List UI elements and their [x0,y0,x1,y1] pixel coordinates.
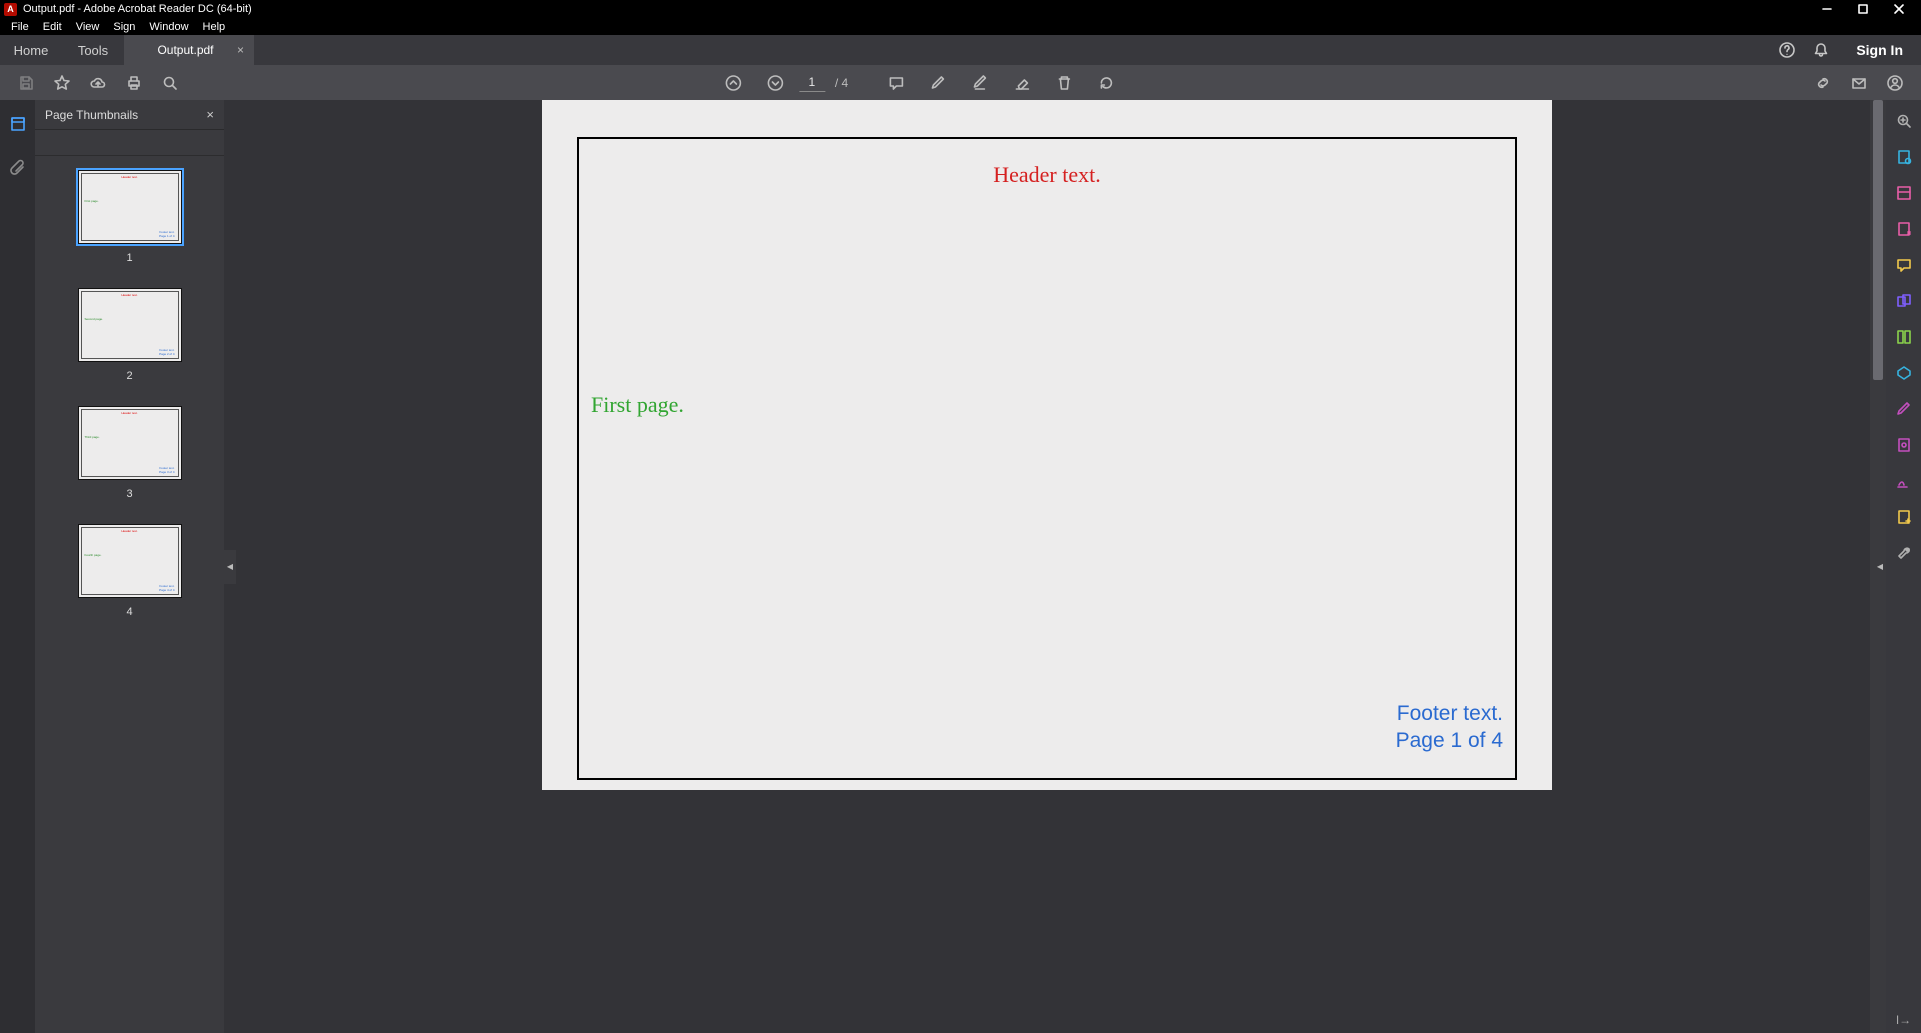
delete-button[interactable] [1049,68,1079,98]
account-icon[interactable] [1880,68,1910,98]
page-header-text: Header text. [542,162,1552,188]
notifications-icon[interactable] [1804,35,1838,65]
create-pdf-tool-icon[interactable] [1893,218,1915,240]
menu-bar: File Edit View Sign Window Help [0,18,1921,35]
page-footer-text: Footer text. Page 1 of 4 [1396,700,1503,755]
draw-button[interactable] [965,68,995,98]
comment-tool-icon[interactable] [1893,254,1915,276]
link-share-button[interactable] [1808,68,1838,98]
help-icon[interactable] [1770,35,1804,65]
tab-strip: Home Tools Output.pdf × Sign In [0,35,1921,65]
thumbnail-page[interactable]: Header text.First page.Footer text.Page … [78,170,182,244]
more-tools-icon[interactable] [1893,542,1915,564]
document-surface[interactable]: Header text. First page. Footer text. Pa… [224,100,1870,1033]
zoom-tool-icon[interactable] [1893,110,1915,132]
close-window-button[interactable] [1881,0,1917,18]
menu-view[interactable]: View [69,18,107,35]
collapse-right-panel-icon[interactable]: ◀ [1874,550,1886,584]
find-button[interactable] [155,68,185,98]
export-pdf-tool-icon[interactable] [1893,146,1915,168]
document-view: ◀ Header text. First page. Footer text. … [224,100,1886,1033]
page-up-button[interactable] [718,68,748,98]
thumbnail-number: 1 [126,252,132,264]
thumbnail-number: 4 [126,606,132,618]
fill-sign-tool-icon[interactable] [1893,470,1915,492]
organize-tool-icon[interactable] [1893,326,1915,348]
expand-tools-icon[interactable]: I→ [1896,1013,1911,1027]
left-nav-rail [0,100,35,1033]
page-border [577,137,1517,780]
star-button[interactable] [47,68,77,98]
scrollbar-thumb[interactable] [1873,100,1883,380]
thumbnail-item[interactable]: Header text.First page.Footer text.Page … [35,170,224,264]
main-toolbar: / 4 [0,65,1921,100]
save-button[interactable] [11,68,41,98]
collapse-left-panel-icon[interactable]: ◀ [224,550,236,584]
window-title: Output.pdf - Adobe Acrobat Reader DC (64… [23,3,252,15]
page-total-label: / 4 [835,76,848,90]
attachments-rail-icon[interactable] [6,156,30,180]
document-tab-label: Output.pdf [134,43,237,57]
menu-window[interactable]: Window [142,18,195,35]
close-tab-icon[interactable]: × [237,43,244,57]
close-thumbnails-icon[interactable]: × [206,107,214,122]
page-sheet: Header text. First page. Footer text. Pa… [542,100,1552,790]
comment-button[interactable] [881,68,911,98]
add-page-tool-icon[interactable] [1893,506,1915,528]
page-down-button[interactable] [760,68,790,98]
thumbnails-header: Page Thumbnails × [35,100,224,130]
compress-tool-icon[interactable] [1893,362,1915,384]
page-number-input[interactable] [799,74,825,92]
maximize-button[interactable] [1845,0,1881,18]
thumbnails-list[interactable]: Header text.First page.Footer text.Page … [35,156,224,1033]
thumbnail-item[interactable]: Header text.Third page.Footer text.Page … [35,406,224,500]
protect-tool-icon[interactable] [1893,434,1915,456]
highlight-button[interactable] [923,68,953,98]
thumbnails-panel: Page Thumbnails × Header text.First page… [35,100,224,1033]
window-title-bar: A Output.pdf - Adobe Acrobat Reader DC (… [0,0,1921,18]
page-footer-line1: Footer text. [1397,702,1503,725]
tab-tools[interactable]: Tools [62,35,124,65]
document-tab[interactable]: Output.pdf × [124,35,254,65]
thumbnail-number: 2 [126,370,132,382]
menu-file[interactable]: File [4,18,36,35]
print-button[interactable] [119,68,149,98]
minimize-button[interactable] [1809,0,1845,18]
redact-tool-icon[interactable] [1893,398,1915,420]
edit-pdf-tool-icon[interactable] [1893,182,1915,204]
email-button[interactable] [1844,68,1874,98]
thumbnail-item[interactable]: Header text.Fourth page.Footer text.Page… [35,524,224,618]
menu-sign[interactable]: Sign [106,18,142,35]
cloud-upload-button[interactable] [83,68,113,98]
thumbnail-page[interactable]: Header text.Second page.Footer text.Page… [78,288,182,362]
rotate-button[interactable] [1091,68,1121,98]
thumbnail-page[interactable]: Header text.Third page.Footer text.Page … [78,406,182,480]
menu-help[interactable]: Help [196,18,233,35]
erase-button[interactable] [1007,68,1037,98]
tab-home[interactable]: Home [0,35,62,65]
thumbnail-page[interactable]: Header text.Fourth page.Footer text.Page… [78,524,182,598]
page-nav-group: / 4 [715,68,1124,98]
thumbnail-item[interactable]: Header text.Second page.Footer text.Page… [35,288,224,382]
thumbnail-number: 3 [126,488,132,500]
menu-edit[interactable]: Edit [36,18,69,35]
main-area: Page Thumbnails × Header text.First page… [0,100,1921,1033]
thumbnails-options-bar[interactable] [35,130,224,156]
combine-tool-icon[interactable] [1893,290,1915,312]
app-icon: A [4,3,17,16]
page-footer-line2: Page 1 of 4 [1396,729,1503,752]
thumbnails-title: Page Thumbnails [45,108,138,122]
page-body-text: First page. [591,392,684,418]
sign-in-button[interactable]: Sign In [1838,35,1921,65]
thumbnails-rail-icon[interactable] [6,112,30,136]
right-tools-rail: I→ [1886,100,1921,1033]
